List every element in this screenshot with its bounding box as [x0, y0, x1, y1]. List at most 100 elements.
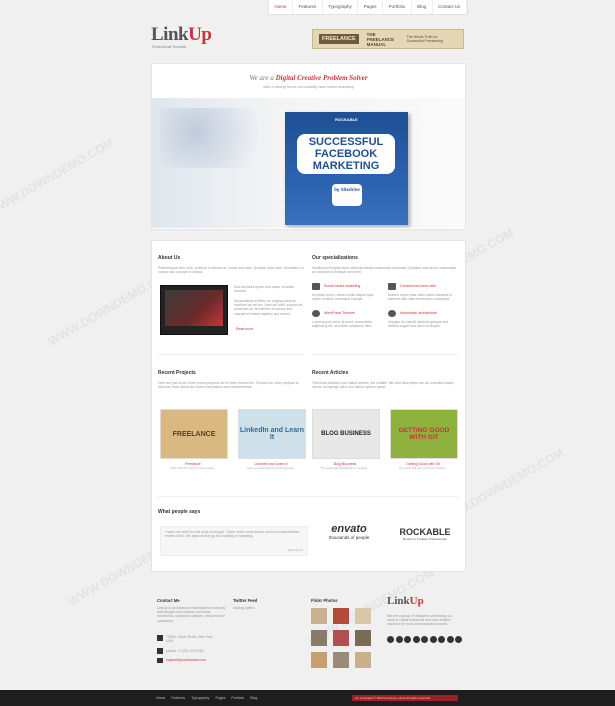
flickr-photo[interactable]	[333, 652, 349, 668]
testimonials-title: What people says	[158, 509, 201, 515]
nav-home[interactable]: Home	[269, 0, 294, 14]
cover-author: by Sitedrive	[332, 184, 362, 206]
location-icon	[157, 635, 163, 641]
footer-contact-title: Contact Me	[157, 598, 180, 603]
nav-blog[interactable]: Blog	[412, 0, 433, 14]
flickr-photo[interactable]	[333, 608, 349, 624]
logo-tagline: Professional Template	[152, 45, 187, 49]
hero-tagline: We are a Digital Creative Problem Solver	[152, 74, 465, 82]
email-icon[interactable]	[455, 636, 462, 643]
logo-text-link: Link	[151, 24, 189, 45]
spec-item-title[interactable]: Social media marketing	[324, 284, 360, 288]
footer-twitter-text: loading twitter...	[233, 606, 257, 610]
ad-badge: FREELANCE	[319, 34, 359, 44]
content-card: About Us Pellentesque nibh nunc, pulvina…	[151, 240, 466, 572]
partner-name: ROCKABLE	[399, 527, 451, 537]
logo-text-up: Up	[188, 24, 212, 45]
article-subtitle: The essential handbook to creating...	[320, 466, 370, 470]
copyright-text: (C) Copyright © 2013 Company name All ri…	[352, 695, 458, 701]
divider	[312, 354, 458, 355]
footer-logo[interactable]: LinkUp	[387, 595, 424, 607]
facebook-icon[interactable]	[404, 636, 411, 643]
cover-brand: ROCKABLE	[335, 117, 358, 122]
flickr-photo[interactable]	[311, 630, 327, 646]
flickr-photo[interactable]	[355, 630, 371, 646]
vimeo-icon[interactable]	[429, 636, 437, 643]
nav-contact[interactable]: Contact Us	[433, 0, 467, 14]
recent-projects-title: Recent Projects	[158, 370, 196, 376]
hero-tagline-prefix: We are a	[249, 74, 276, 82]
specializations-title: Our specializations	[312, 255, 358, 261]
cover-title-line: FACEBOOK	[314, 148, 378, 160]
footer-phone: phone: +1 (05) 125-9763	[166, 649, 204, 653]
project-card[interactable]: FREELANCE Freelance Why Should Trust on …	[160, 409, 228, 470]
recent-projects-intro: Here are just some of the recent project…	[158, 381, 299, 390]
slide-background-image	[160, 108, 280, 168]
article-card[interactable]: GETTING GOOD WITH GIT Getting Good with …	[390, 409, 458, 470]
footer-nav: Home Features Typography Pages Portfolio…	[156, 696, 257, 700]
recent-articles-intro: This block displays your latest articles…	[312, 381, 454, 390]
people-icon	[312, 283, 320, 290]
dribbble-icon[interactable]	[446, 636, 454, 643]
footer-nav-pages[interactable]: Pages	[215, 696, 225, 700]
partner-name: envato	[331, 523, 367, 535]
footer-nav-typography[interactable]: Typography	[191, 696, 209, 700]
spec-item-text: Ut ipsum enim, rutrum mollis aliquet qui…	[312, 293, 374, 302]
testimonial-author: Mike Roset	[287, 548, 303, 552]
hero-slider[interactable]: ROCKABLE SUCCESSFUL FACEBOOK MARKETING b…	[152, 98, 465, 228]
linkedin-icon[interactable]	[412, 636, 420, 643]
footer-nav-blog[interactable]: Blog	[250, 696, 257, 700]
flickr-photo[interactable]	[333, 630, 349, 646]
flickr-photo[interactable]	[311, 608, 327, 624]
about-text-2: Suspendisse et libero eu magna placerat …	[234, 299, 303, 316]
footer-nav-features[interactable]: Features	[171, 696, 185, 700]
partner-tagline: Books for Creative Professionals	[403, 537, 447, 541]
project-thumbnail: FREELANCE	[160, 409, 228, 459]
flickr-photo[interactable]	[355, 652, 371, 668]
recent-articles-title: Recent Articles	[312, 370, 349, 376]
spec-item-title[interactable]: Information architecture	[400, 311, 437, 315]
footer-email[interactable]: support@yourdomain.com	[166, 658, 206, 662]
ad-text: The Whole Truth on Successful Freelancin…	[406, 35, 443, 43]
footer-nav-portfolio[interactable]: Portfolio	[231, 696, 244, 700]
project-card[interactable]: LinkedIn and Learn It LinkedIn and Learn…	[238, 409, 306, 470]
project-subtitle: Why Should Trust on Successful...	[170, 466, 216, 470]
header-ad-banner[interactable]: FREELANCE THE FREELANCE MANUAL The Whole…	[312, 29, 464, 49]
nav-portfolio[interactable]: Portfolio	[383, 0, 412, 14]
footer-nav-home[interactable]: Home	[156, 696, 165, 700]
footer-logo-link: Link	[387, 595, 410, 607]
spec-item-text: Lorem ipsum dolor sit amet, consectetur …	[312, 320, 373, 329]
twitter-icon[interactable]	[395, 636, 403, 643]
article-card[interactable]: BLOG BUSINESS Blog Business The essentia…	[312, 409, 380, 470]
specializations-intro: Vestibulum fringilla lacus vehicula mass…	[312, 266, 456, 275]
hero-section: We are a Digital Creative Problem Solver…	[151, 63, 466, 230]
skype-icon[interactable]	[438, 636, 445, 643]
bottom-bar: Home Features Typography Pages Portfolio…	[0, 690, 615, 706]
spec-item-title[interactable]: WordPress Themes	[324, 311, 355, 315]
footer-contact-text: LinkUp is an American multinational comp…	[157, 606, 226, 623]
rss-icon[interactable]	[387, 636, 394, 643]
cover-title-line: MARKETING	[312, 160, 380, 172]
testimonial-quote-box: I have one word for this book: thorough.…	[160, 526, 308, 556]
spec-item-title[interactable]: Commercial photo sets	[400, 284, 436, 288]
site-logo[interactable]: LinkUp	[151, 24, 212, 46]
phone-icon	[157, 648, 163, 654]
nav-pages[interactable]: Pages	[358, 0, 384, 14]
ad-title: THE FREELANCE MANUAL	[366, 31, 395, 47]
about-read-more-link[interactable]: Read more	[236, 327, 253, 331]
nav-typography[interactable]: Typography	[323, 0, 359, 14]
watermark-text: WWW.DOWNDEMO.COM	[0, 135, 116, 219]
nav-features[interactable]: Features	[293, 0, 323, 14]
partner-logo-envato[interactable]: envato thousands of people	[316, 523, 382, 540]
footer-about-text: We are a group of designers combining ou…	[387, 614, 452, 627]
testimonial-quote: I have one word for this book: thorough.…	[165, 530, 300, 539]
partner-logo-rockable[interactable]: ROCKABLE Books for Creative Professional…	[390, 527, 460, 541]
about-title: About Us	[158, 255, 181, 261]
flickr-gallery	[311, 608, 371, 668]
mail-icon	[157, 658, 163, 663]
flickr-icon[interactable]	[421, 636, 428, 643]
flickr-photo[interactable]	[311, 652, 327, 668]
social-icons	[387, 636, 462, 643]
article-subtitle: The tools will see you from Getting...	[398, 466, 448, 470]
flickr-photo[interactable]	[355, 608, 371, 624]
